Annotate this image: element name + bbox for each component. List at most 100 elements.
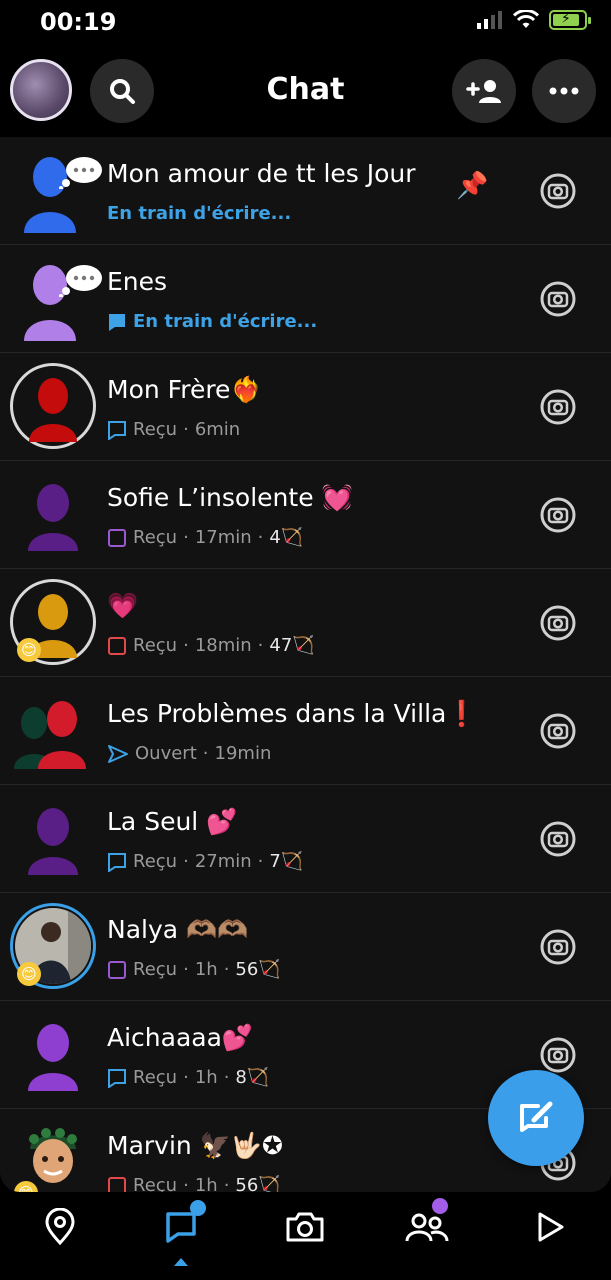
avatar[interactable]: 😊 (10, 903, 96, 989)
camera-icon[interactable] (540, 389, 576, 425)
chat-row[interactable]: Mon amour de tt les Jour En train d'écri… (0, 137, 611, 245)
camera-icon (286, 1212, 324, 1242)
chat-list: Mon amour de tt les Jour En train d'écri… (0, 137, 611, 1192)
nav-chat[interactable] (156, 1200, 206, 1252)
chat-time: 17min (194, 527, 252, 548)
chat-status-text: Reçu (133, 527, 178, 548)
status-bar: 00:19 ⚡ (0, 0, 611, 46)
camera-icon[interactable] (540, 821, 576, 857)
page-title: Chat (266, 72, 345, 107)
chat-row[interactable]: Sofie L’insolente 💓 Reçu · 17min · 4🏹 (0, 461, 611, 569)
camera-icon[interactable] (540, 497, 576, 533)
chat-row[interactable]: Enes En train d'écrire... (0, 245, 611, 353)
nav-camera[interactable] (280, 1202, 330, 1252)
chat-status: Reçu · 17min · 4🏹 (107, 527, 303, 548)
chat-row[interactable]: Mon Frère❤️‍🔥 Reçu · 6min (0, 353, 611, 461)
chat-status-text: Reçu (133, 959, 178, 980)
stories-icon (405, 1213, 449, 1242)
chat-time: 1h (194, 959, 218, 980)
chat-name: Marvin 🦅🤟🏻✪ (107, 1131, 283, 1160)
received-snap-icon (108, 636, 126, 655)
chat-name: Les Problèmes dans la Villa❗ (107, 699, 478, 728)
chat-status: En train d'écrire... (107, 311, 317, 332)
battery-icon: ⚡ (549, 10, 591, 30)
nav-map[interactable] (35, 1202, 85, 1252)
chat-row[interactable]: 😊 Nalya 🫶🏽🫶🏽 Reçu · 1h · 56🏹 (0, 893, 611, 1001)
chat-status: Reçu · 1h · 56🏹 (107, 1175, 281, 1192)
chat-status: En train d'écrire... (107, 203, 291, 224)
chat-status-text: Reçu (133, 419, 178, 440)
spotlight-icon (538, 1212, 564, 1242)
add-friend-button[interactable] (452, 59, 516, 123)
received-snap-icon (108, 528, 126, 547)
chat-time: 1h (194, 1175, 218, 1192)
camera-icon[interactable] (540, 605, 576, 641)
avatar-silhouette-icon (28, 1024, 78, 1091)
typing-bubble-icon (59, 157, 102, 189)
avatar[interactable] (10, 363, 96, 449)
bottom-nav (0, 1192, 611, 1280)
chat-status-text: En train d'écrire... (107, 203, 292, 224)
more-button[interactable] (532, 59, 596, 123)
friend-emoji-icon: 😊 (17, 962, 41, 986)
new-chat-button[interactable] (488, 1070, 584, 1166)
chat-status-text: En train d'écrire... (133, 311, 318, 332)
avatar[interactable] (10, 1011, 96, 1097)
chat-status: Reçu · 27min · 7🏹 (107, 851, 303, 872)
chat-name: Mon Frère❤️‍🔥 (107, 375, 262, 404)
opened-chat-icon (108, 744, 128, 763)
avatar[interactable] (10, 255, 102, 341)
chat-status-text: Reçu (133, 1067, 178, 1088)
pin-icon: 📌 (456, 171, 489, 201)
signal-icon (477, 11, 502, 29)
camera-icon[interactable] (540, 1037, 576, 1073)
chat-name: Nalya 🫶🏽🫶🏽 (107, 915, 249, 944)
chat-row[interactable]: Les Problèmes dans la Villa❗ Ouvert · 19… (0, 677, 611, 785)
avatar[interactable] (10, 795, 96, 881)
chat-status-text: Reçu (133, 635, 178, 656)
add-friend-icon (466, 80, 501, 103)
chat-name: Aichaaaa💕 (107, 1023, 254, 1052)
chat-name: Enes (107, 267, 168, 296)
chat-status: Reçu · 18min · 47🏹 (107, 635, 315, 656)
avatar[interactable]: 😊 (10, 1119, 96, 1192)
status-icons: ⚡ (477, 10, 591, 30)
stories-notification-dot (432, 1198, 448, 1214)
avatar[interactable] (10, 471, 96, 557)
chat-name: 💗 (107, 591, 139, 620)
wifi-icon (513, 10, 539, 28)
chat-status: Ouvert · 19min (107, 743, 271, 764)
chat-time: 27min (194, 851, 252, 872)
chat-status: Reçu · 1h · 56🏹 (107, 959, 281, 980)
camera-icon[interactable] (540, 929, 576, 965)
camera-icon[interactable] (540, 713, 576, 749)
avatar[interactable] (10, 147, 102, 233)
avatar[interactable] (10, 687, 96, 773)
chat-row[interactable]: La Seul 💕 Reçu · 27min · 7🏹 (0, 785, 611, 893)
map-icon (45, 1208, 75, 1246)
typing-chat-icon (109, 313, 125, 331)
avatar-silhouette-icon (29, 378, 77, 442)
chat-row[interactable]: 😊 💗 Reçu · 18min · 47🏹 (0, 569, 611, 677)
streak-count: 7🏹 (269, 851, 304, 872)
header: Chat (0, 54, 611, 134)
typing-bubble-icon (59, 265, 102, 297)
camera-icon[interactable] (540, 173, 576, 209)
friend-emoji-icon: 😊 (17, 638, 41, 662)
chat-name: Sofie L’insolente 💓 (107, 483, 353, 512)
nav-stories[interactable] (402, 1198, 452, 1252)
streak-count: 47🏹 (269, 635, 315, 656)
chat-status: Reçu · 6min (107, 419, 240, 440)
avatar[interactable]: 😊 (10, 579, 96, 665)
streak-count: 4🏹 (269, 527, 304, 548)
chat-name: Mon amour de tt les Jour (107, 159, 416, 188)
chat-time: 6min (194, 419, 241, 440)
nav-spotlight[interactable] (524, 1202, 574, 1252)
camera-icon[interactable] (540, 281, 576, 317)
status-time: 00:19 (40, 8, 117, 36)
received-chat-icon (108, 420, 126, 440)
chat-status-text: Reçu (133, 1175, 178, 1192)
streak-count: 56🏹 (235, 959, 281, 980)
chat-status-text: Reçu (133, 851, 178, 872)
chat-status: Reçu · 1h · 8🏹 (107, 1067, 269, 1088)
